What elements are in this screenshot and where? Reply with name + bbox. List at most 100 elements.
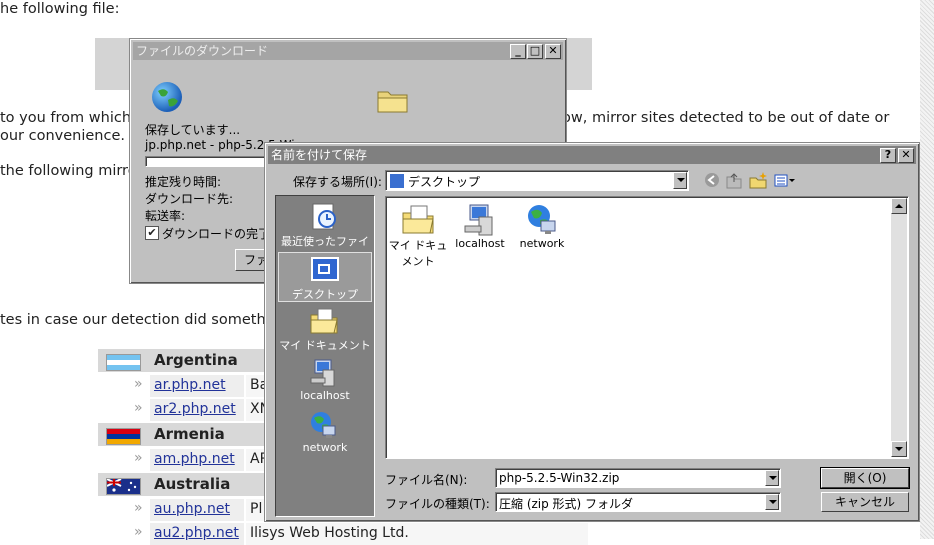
- mirror-link[interactable]: au2.php.net: [150, 523, 244, 545]
- file-item-my-documents[interactable]: マイ ドキュメント: [386, 203, 450, 269]
- scroll-up-arrow: [895, 204, 903, 208]
- country-name: Australia: [154, 475, 231, 493]
- mirror-row: » au2.php.net Ilisys Web Hosting Ltd.: [98, 523, 588, 545]
- scroll-up-icon[interactable]: [891, 198, 907, 214]
- saving-label: 保存しています...: [145, 123, 241, 137]
- close-when-done-checkbox[interactable]: ✔: [145, 226, 159, 240]
- close-button[interactable]: ✕: [545, 44, 561, 59]
- filename-label: ファイル名(N):: [385, 473, 468, 487]
- page-scrollbar-edge: [920, 0, 934, 539]
- computer-icon: [463, 203, 497, 237]
- folder-icon-graphic: [377, 91, 408, 113]
- place-label: デスクトップ: [292, 288, 358, 301]
- network-icon-graphic: [311, 412, 336, 438]
- australia-flag-stars: [106, 478, 137, 492]
- file-item-label: マイ ドキュメント: [388, 239, 448, 268]
- place-label: network: [302, 441, 348, 454]
- dest-label: ダウンロード先:: [145, 192, 234, 206]
- scroll-down-icon[interactable]: [891, 441, 907, 457]
- chevron-down-icon[interactable]: [673, 172, 687, 189]
- network-icon: [525, 203, 559, 237]
- file-item-network[interactable]: network: [510, 203, 574, 250]
- desktop-small-icon: [389, 173, 405, 189]
- rate-label: 転送率:: [145, 209, 186, 223]
- filename-input[interactable]: php-5.2.5-Win32.zip: [495, 468, 781, 488]
- mirror-link[interactable]: au.php.net: [150, 499, 244, 521]
- file-item-localhost[interactable]: localhost: [448, 203, 512, 250]
- mirror-link[interactable]: ar2.php.net: [150, 399, 244, 421]
- my-documents-icon: [401, 203, 435, 237]
- intro-text: he following file:: [0, 1, 120, 17]
- country-name: Armenia: [154, 425, 225, 443]
- mirror-link[interactable]: ar.php.net: [150, 375, 244, 397]
- file-item-label: localhost: [455, 237, 505, 250]
- raquo-icon: »: [134, 400, 143, 416]
- australia-flag-icon: [106, 478, 141, 495]
- new-folder-icon: [749, 172, 767, 189]
- mirror-desc: Ilisys Web Hosting Ltd.: [246, 523, 588, 545]
- download-dialog-title: ファイルのダウンロード: [136, 44, 269, 58]
- mirror-link-text[interactable]: au.php.net: [154, 501, 230, 517]
- raquo-icon: »: [134, 450, 143, 466]
- intro-text-3: our convenience.: [0, 128, 125, 144]
- location-label: 保存する場所(I):: [293, 175, 382, 189]
- network-icon: [309, 410, 339, 440]
- country-name: Argentina: [154, 351, 238, 369]
- place-desktop[interactable]: デスクトップ: [278, 252, 372, 302]
- filetype-value: 圧縮 (zip 形式) フォルダ: [499, 497, 634, 511]
- mirror-link-text[interactable]: ar.php.net: [154, 377, 226, 393]
- intro-text-2a: to you from which: [0, 110, 132, 126]
- scroll-down-arrow: [895, 447, 903, 451]
- mirror-link-text[interactable]: am.php.net: [154, 451, 235, 467]
- raquo-icon: »: [134, 524, 143, 540]
- filetype-label: ファイルの種類(T):: [385, 497, 490, 511]
- globe-land-icon: [158, 89, 178, 107]
- computer-icon: [309, 358, 339, 388]
- filetype-dropdown[interactable]: 圧縮 (zip 形式) フォルダ: [495, 492, 781, 512]
- my-documents-icon-graphic: [402, 205, 434, 234]
- toolbar-icons: [705, 172, 795, 189]
- save-as-dialog: 名前を付けて保存 ? ✕ 保存する場所(I): デスクトップ 最近使ったファイル…: [264, 142, 920, 522]
- desktop-icon-graphic: [311, 257, 339, 281]
- mirror-link-text[interactable]: ar2.php.net: [154, 401, 236, 417]
- place-label: マイ ドキュメント: [279, 339, 371, 352]
- place-network[interactable]: network: [278, 408, 372, 458]
- globe-icon: [152, 82, 182, 112]
- argentina-flag-icon: [106, 354, 141, 371]
- download-dialog-titlebar: ファイルのダウンロード _ □ ✕: [133, 42, 563, 60]
- place-localhost[interactable]: localhost: [278, 356, 372, 406]
- mirror-link[interactable]: am.php.net: [150, 449, 244, 471]
- intro-text-2b: ow, mirror sites detected to be out of d…: [562, 110, 890, 126]
- folder-icon: [377, 87, 409, 117]
- intro-text-5: tes in case our detection did somethin: [0, 312, 279, 328]
- place-my-documents[interactable]: マイ ドキュメント: [278, 304, 372, 354]
- filename-value[interactable]: php-5.2.5-Win32.zip: [499, 471, 619, 485]
- help-button[interactable]: ?: [880, 148, 896, 163]
- computer-icon-graphic: [464, 204, 493, 236]
- chevron-down-icon[interactable]: [765, 470, 779, 486]
- cancel-button[interactable]: キャンセル: [821, 492, 909, 512]
- places-bar: 最近使ったファイル デスクトップ マイ ドキュメント localhost net…: [275, 195, 375, 517]
- file-list-scrollbar[interactable]: [891, 198, 907, 457]
- recent-icon-graphic: [312, 203, 336, 230]
- chevron-down-icon[interactable]: [765, 494, 779, 510]
- my-documents-icon: [309, 306, 339, 336]
- desktop-icon: [310, 255, 340, 285]
- maximize-button[interactable]: □: [527, 44, 543, 59]
- save-as-titlebar: 名前を付けて保存 ? ✕: [268, 146, 916, 164]
- save-as-title: 名前を付けて保存: [271, 148, 368, 162]
- progress-bar: [145, 156, 267, 167]
- network-icon-graphic: [528, 205, 556, 234]
- place-recent[interactable]: 最近使ったファイル: [278, 200, 372, 264]
- raquo-icon: »: [134, 376, 143, 392]
- minimize-button[interactable]: _: [510, 44, 526, 59]
- back-icon: [705, 173, 719, 187]
- intro-text-4: the following mirro: [0, 163, 137, 179]
- recent-icon: [309, 202, 339, 232]
- up-folder-icon: [726, 173, 742, 189]
- open-button[interactable]: 開く(O): [820, 467, 910, 489]
- computer-icon-graphic: [310, 359, 335, 387]
- location-dropdown[interactable]: デスクトップ: [385, 170, 689, 191]
- close-button[interactable]: ✕: [898, 148, 914, 163]
- file-list[interactable]: マイ ドキュメント localhost network: [385, 196, 909, 459]
